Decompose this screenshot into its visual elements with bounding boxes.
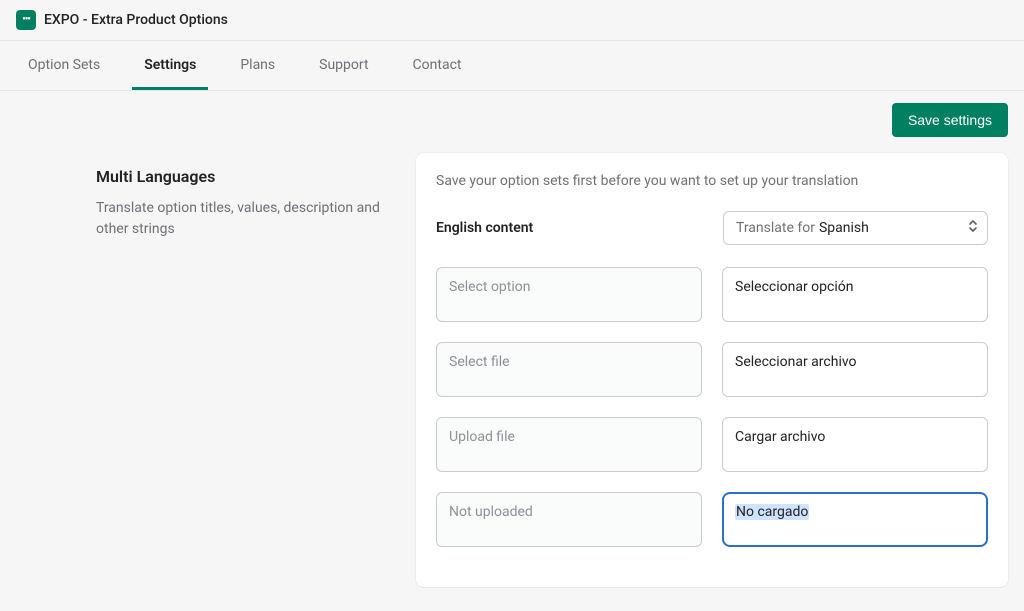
- nav-option-sets[interactable]: Option Sets: [16, 41, 112, 90]
- section-description: Translate option titles, values, descrip…: [96, 198, 396, 240]
- topbar: ••• EXPO - Extra Product Options: [0, 0, 1024, 41]
- table-row: Select file Seleccionar archivo: [436, 342, 988, 397]
- main-nav: Option Sets Settings Plans Support Conta…: [0, 41, 1024, 91]
- source-field: Upload file: [436, 417, 702, 472]
- table-row: Select option Seleccionar opción: [436, 267, 988, 322]
- translation-rows: Select option Seleccionar opción Select …: [436, 267, 988, 547]
- nav-contact[interactable]: Contact: [401, 41, 474, 90]
- app-icon: •••: [16, 10, 36, 30]
- table-row: Not uploaded No cargado: [436, 492, 988, 547]
- nav-settings[interactable]: Settings: [132, 41, 208, 90]
- target-language-select[interactable]: Translate for Spanish: [723, 211, 988, 245]
- translate-language-value: Spanish: [819, 220, 869, 236]
- target-field[interactable]: No cargado: [722, 492, 988, 547]
- translation-card: Save your option sets first before you w…: [416, 153, 1008, 587]
- source-language-label: English content: [436, 220, 533, 236]
- section-aside: Multi Languages Translate option titles,…: [96, 153, 396, 587]
- source-field: Select file: [436, 342, 702, 397]
- translation-hint: Save your option sets first before you w…: [436, 173, 988, 189]
- nav-plans[interactable]: Plans: [228, 41, 287, 90]
- source-field: Not uploaded: [436, 492, 702, 547]
- target-field[interactable]: Seleccionar archivo: [722, 342, 988, 397]
- save-settings-button[interactable]: Save settings: [892, 103, 1008, 137]
- page: Save settings Multi Languages Translate …: [0, 91, 1024, 611]
- app-title: EXPO - Extra Product Options: [44, 12, 228, 28]
- nav-support[interactable]: Support: [307, 41, 380, 90]
- source-field: Select option: [436, 267, 702, 322]
- table-row: Upload file Cargar archivo: [436, 417, 988, 472]
- target-field[interactable]: Cargar archivo: [722, 417, 988, 472]
- translate-prefix: Translate for: [736, 220, 815, 236]
- target-field[interactable]: Seleccionar opción: [722, 267, 988, 322]
- section-title: Multi Languages: [96, 167, 396, 186]
- selected-text: No cargado: [735, 504, 809, 520]
